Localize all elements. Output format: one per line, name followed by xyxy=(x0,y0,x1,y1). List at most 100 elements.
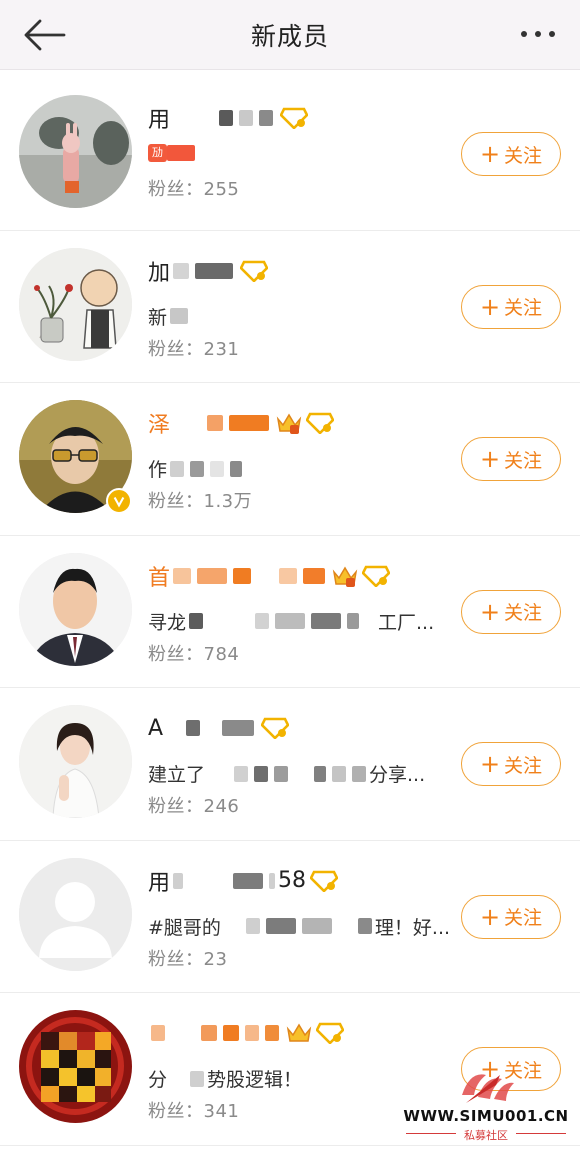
blurred-text xyxy=(233,872,264,889)
blurred-text xyxy=(269,872,276,889)
top-bar: 新成员 xyxy=(0,0,580,70)
blurred-text xyxy=(311,613,342,629)
blurred-text xyxy=(274,765,289,782)
follow-label: 关注 xyxy=(504,449,543,472)
follow-button[interactable]: + 关注 xyxy=(461,284,561,329)
avatar[interactable] xyxy=(19,705,132,818)
vip-diamond-icon xyxy=(306,412,335,434)
vip-crown-icon xyxy=(276,413,302,434)
blurred-text xyxy=(210,460,225,477)
blurred-text xyxy=(234,765,249,782)
list-item[interactable]: 泽 作 粉丝：1.3万 + 关注 xyxy=(0,383,580,536)
member-name[interactable]: 用 xyxy=(148,102,309,134)
man-suit-avatar-image xyxy=(19,552,132,666)
watermark-url: WWW.SIMU001.CN xyxy=(403,1107,569,1125)
blurred-text xyxy=(347,613,360,629)
follow-label: 关注 xyxy=(504,754,543,777)
follower-count: 粉丝：255 xyxy=(148,179,240,200)
blurred-text xyxy=(294,765,309,782)
avatar[interactable] xyxy=(19,1010,132,1123)
member-bio-text: 势股逻辑！ xyxy=(207,1069,303,1091)
member-name[interactable]: A xyxy=(148,712,290,744)
plus-icon: + xyxy=(479,140,501,168)
vip-crown-icon xyxy=(332,566,358,587)
woman-white-dress-avatar-image xyxy=(19,705,132,818)
site-watermark: WWW.SIMU001.CN 私募社区 xyxy=(400,1065,572,1145)
garden-sculpture-avatar-image xyxy=(19,95,132,208)
blurred-text xyxy=(173,872,184,889)
list-item[interactable]: 加 新 粉丝：231 + 关注 xyxy=(0,230,580,383)
member-name[interactable]: 首 xyxy=(148,560,391,592)
follow-button[interactable]: + 关注 xyxy=(461,589,561,634)
follow-label: 关注 xyxy=(504,907,543,929)
blurred-text xyxy=(245,918,260,934)
avatar[interactable] xyxy=(19,247,132,361)
avatar[interactable] xyxy=(19,552,132,666)
blurred-text xyxy=(314,765,327,782)
blurred-text xyxy=(209,613,250,629)
cartoon-monk-avatar-image xyxy=(19,247,132,361)
plus-icon: + xyxy=(479,597,501,626)
blurred-text xyxy=(303,567,326,584)
member-name-text: 泽 xyxy=(148,413,171,438)
list-item[interactable]: A 建立了 分享... 粉丝：246 + 关注 xyxy=(0,688,580,841)
vip-diamond-icon xyxy=(362,565,391,587)
watermark-sub: 私募社区 xyxy=(464,1129,508,1142)
blurred-text xyxy=(166,720,181,736)
back-arrow-icon[interactable] xyxy=(22,18,66,52)
follow-button[interactable]: + 关注 xyxy=(461,437,561,481)
page-title: 新成员 xyxy=(250,21,329,51)
plus-icon: + xyxy=(479,445,501,473)
member-tags: 劢 xyxy=(148,144,198,162)
blurred-text xyxy=(357,918,372,934)
vip-diamond-icon xyxy=(280,107,309,129)
blurred-text xyxy=(259,110,274,126)
blurred-text xyxy=(223,1025,239,1041)
member-name-text: A xyxy=(148,715,164,741)
blurred-text xyxy=(151,1025,165,1041)
blurred-text xyxy=(186,720,201,736)
blurred-text xyxy=(206,720,217,736)
follow-label: 关注 xyxy=(504,144,543,167)
blurred-text xyxy=(201,1025,217,1041)
blurred-text xyxy=(352,765,367,782)
default-user-avatar-image xyxy=(19,857,132,971)
plus-icon: + xyxy=(479,750,501,778)
blurred-text xyxy=(223,918,240,934)
avatar[interactable] xyxy=(19,857,132,971)
follow-button[interactable]: + 关注 xyxy=(461,742,561,786)
watermark-divider xyxy=(516,1133,566,1134)
blurred-text xyxy=(230,460,243,477)
blurred-text xyxy=(173,110,214,126)
member-name[interactable]: 用 58 xyxy=(148,865,339,897)
follow-button[interactable]: + 关注 xyxy=(461,894,561,939)
member-bio: 寻龙 工厂... xyxy=(148,608,434,635)
blurred-text xyxy=(167,145,195,161)
list-item[interactable]: 用 58 #腿哥的 理！好... 粉丝：23 + 关注 xyxy=(0,840,580,993)
list-item[interactable]: 用 劢 粉丝：255 + 关注 xyxy=(0,78,580,231)
member-bio-text: 分 xyxy=(148,1069,168,1091)
blurred-text xyxy=(208,765,229,782)
blurred-text xyxy=(365,613,376,629)
blurred-text xyxy=(301,918,332,934)
member-name[interactable]: 加 xyxy=(148,255,269,287)
member-bio-text: 建立了 xyxy=(148,764,206,786)
list-item[interactable]: 首 寻龙 工厂... 粉丝：784 + 关注 xyxy=(0,535,580,688)
blurred-text xyxy=(222,720,255,736)
member-bio-text: 分享... xyxy=(369,764,426,786)
member-name[interactable]: 泽 xyxy=(148,407,335,439)
watermark-logo-icon xyxy=(462,1074,514,1103)
follower-count: 粉丝：784 xyxy=(148,643,240,665)
member-name-text: 加 xyxy=(148,260,171,286)
follower-count: 粉丝：23 xyxy=(148,948,228,970)
more-options-icon[interactable] xyxy=(518,24,558,44)
verified-badge-icon xyxy=(106,488,132,514)
member-bio: 分 势股逻辑！ xyxy=(148,1065,302,1092)
follow-button[interactable]: + 关注 xyxy=(461,132,561,176)
blurred-text xyxy=(245,1025,259,1041)
member-name[interactable] xyxy=(148,1017,344,1049)
member-bio-text: 寻龙 xyxy=(148,611,187,634)
pixelated-seal-avatar-image xyxy=(19,1010,132,1123)
avatar[interactable] xyxy=(19,95,132,208)
member-bio-text: 理！好... xyxy=(374,916,451,939)
